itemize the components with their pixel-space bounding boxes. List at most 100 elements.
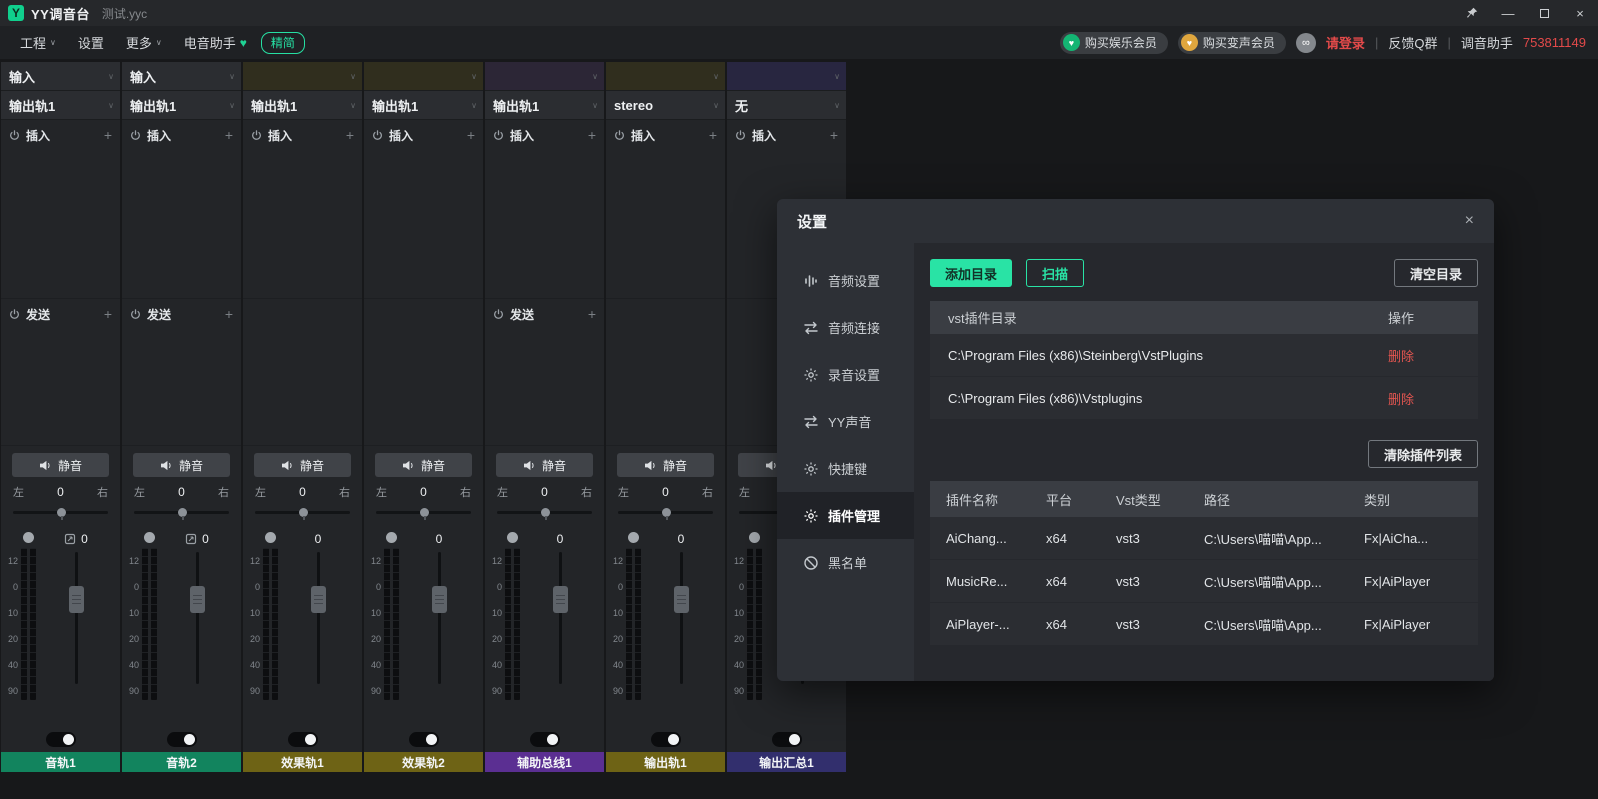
sidebar-item-record-settings[interactable]: 录音设置 <box>777 351 914 398</box>
table-row[interactable]: MusicRe... x64 vst3 C:\Users\喵喵\App... F… <box>930 560 1478 603</box>
output-selector[interactable]: 输出轨1 ∨ <box>485 91 604 120</box>
fader-handle[interactable] <box>311 586 326 613</box>
power-icon[interactable] <box>251 130 262 141</box>
power-icon[interactable] <box>130 130 141 141</box>
popout-icon[interactable] <box>185 533 197 545</box>
input-selector[interactable]: ∨ <box>606 62 725 91</box>
table-row[interactable]: AiChang... x64 vst3 C:\Users\喵喵\App... F… <box>930 517 1478 560</box>
output-selector[interactable]: 输出轨1 ∨ <box>243 91 362 120</box>
add-insert-button[interactable]: + <box>588 127 596 143</box>
pan-slider[interactable] <box>134 507 229 519</box>
volume-fader[interactable] <box>680 552 683 684</box>
volume-fader[interactable] <box>559 552 562 684</box>
pan-slider[interactable] <box>618 507 713 519</box>
power-icon[interactable] <box>735 130 746 141</box>
pan-slider[interactable] <box>255 507 350 519</box>
clear-plugin-list-button[interactable]: 清除插件列表 <box>1368 440 1478 468</box>
sidebar-item-blacklist[interactable]: 黑名单 <box>777 539 914 586</box>
channel-toggle[interactable] <box>46 732 76 747</box>
channel-toggle[interactable] <box>530 732 560 747</box>
service-icon[interactable]: ∞ <box>1296 33 1316 53</box>
fader-handle[interactable] <box>674 586 689 613</box>
add-insert-button[interactable]: + <box>225 127 233 143</box>
input-selector[interactable]: ∨ <box>364 62 483 91</box>
login-button[interactable]: 请登录 <box>1326 33 1365 52</box>
buy-voice-member-button[interactable]: ♥ 购买变声会员 <box>1178 32 1286 54</box>
delete-link[interactable]: 删除 <box>1388 389 1460 408</box>
input-selector[interactable]: ∨ <box>243 62 362 91</box>
add-insert-button[interactable]: + <box>467 127 475 143</box>
pin-button[interactable] <box>1454 0 1490 26</box>
dialog-close-button[interactable]: × <box>1465 212 1474 230</box>
mute-button[interactable]: 静音 <box>12 453 109 477</box>
output-selector[interactable]: 输出轨1 ∨ <box>364 91 483 120</box>
output-selector[interactable]: 输出轨1 ∨ <box>122 91 241 120</box>
power-icon[interactable] <box>9 130 20 141</box>
scan-button[interactable]: 扫描 <box>1026 259 1084 287</box>
add-send-button[interactable]: + <box>588 306 596 322</box>
add-directory-button[interactable]: 添加目录 <box>930 259 1012 287</box>
input-selector[interactable]: ∨ <box>485 62 604 91</box>
meter-knob[interactable] <box>507 532 518 543</box>
mute-button[interactable]: 静音 <box>375 453 472 477</box>
meter-knob[interactable] <box>386 532 397 543</box>
input-selector[interactable]: ∨ <box>727 62 846 91</box>
menu-voice-assistant[interactable]: 电音助手 ♥ <box>176 33 255 52</box>
simple-mode-badge[interactable]: 精简 <box>261 32 305 54</box>
add-insert-button[interactable]: + <box>346 127 354 143</box>
power-icon[interactable] <box>614 130 625 141</box>
add-insert-button[interactable]: + <box>709 127 717 143</box>
meter-knob[interactable] <box>749 532 760 543</box>
pan-handle[interactable] <box>662 508 671 517</box>
volume-fader[interactable] <box>196 552 199 684</box>
power-icon[interactable] <box>493 130 504 141</box>
pan-handle[interactable] <box>178 508 187 517</box>
delete-link[interactable]: 删除 <box>1388 346 1460 365</box>
mute-button[interactable]: 静音 <box>496 453 593 477</box>
add-send-button[interactable]: + <box>104 306 112 322</box>
meter-knob[interactable] <box>23 532 34 543</box>
pan-handle[interactable] <box>57 508 66 517</box>
pan-slider[interactable] <box>13 507 108 519</box>
menu-project[interactable]: 工程 ∨ <box>12 33 64 52</box>
sidebar-item-plugin-manager[interactable]: 插件管理 <box>777 492 914 539</box>
volume-fader[interactable] <box>317 552 320 684</box>
power-icon[interactable] <box>9 309 20 320</box>
input-selector[interactable]: 输入 ∨ <box>1 62 120 91</box>
buy-fun-member-button[interactable]: ♥ 购买娱乐会员 <box>1060 32 1168 54</box>
fader-handle[interactable] <box>190 586 205 613</box>
add-insert-button[interactable]: + <box>830 127 838 143</box>
power-icon[interactable] <box>130 309 141 320</box>
mute-button[interactable]: 静音 <box>617 453 714 477</box>
output-selector[interactable]: 输出轨1 ∨ <box>1 91 120 120</box>
feedback-group-button[interactable]: 反馈Q群 <box>1388 33 1437 52</box>
fader-handle[interactable] <box>553 586 568 613</box>
add-send-button[interactable]: + <box>225 306 233 322</box>
power-icon[interactable] <box>493 309 504 320</box>
fader-handle[interactable] <box>432 586 447 613</box>
mute-button[interactable]: 静音 <box>133 453 230 477</box>
mute-button[interactable]: 静音 <box>254 453 351 477</box>
power-icon[interactable] <box>372 130 383 141</box>
pan-handle[interactable] <box>420 508 429 517</box>
meter-knob[interactable] <box>144 532 155 543</box>
sidebar-item-audio-connect[interactable]: 音频连接 <box>777 304 914 351</box>
channel-toggle[interactable] <box>409 732 439 747</box>
channel-toggle[interactable] <box>167 732 197 747</box>
maximize-button[interactable] <box>1526 0 1562 26</box>
close-window-button[interactable]: × <box>1562 0 1598 26</box>
pan-handle[interactable] <box>299 508 308 517</box>
pan-handle[interactable] <box>541 508 550 517</box>
table-row[interactable]: AiPlayer-... x64 vst3 C:\Users\喵喵\App...… <box>930 603 1478 646</box>
input-selector[interactable]: 输入 ∨ <box>122 62 241 91</box>
channel-toggle[interactable] <box>772 732 802 747</box>
pan-slider[interactable] <box>376 507 471 519</box>
menu-settings[interactable]: 设置 <box>70 33 112 52</box>
output-selector[interactable]: stereo ∨ <box>606 91 725 120</box>
meter-knob[interactable] <box>265 532 276 543</box>
pan-slider[interactable] <box>497 507 592 519</box>
channel-toggle[interactable] <box>288 732 318 747</box>
add-insert-button[interactable]: + <box>104 127 112 143</box>
meter-knob[interactable] <box>628 532 639 543</box>
sidebar-item-yy-sound[interactable]: YY声音 <box>777 398 914 445</box>
